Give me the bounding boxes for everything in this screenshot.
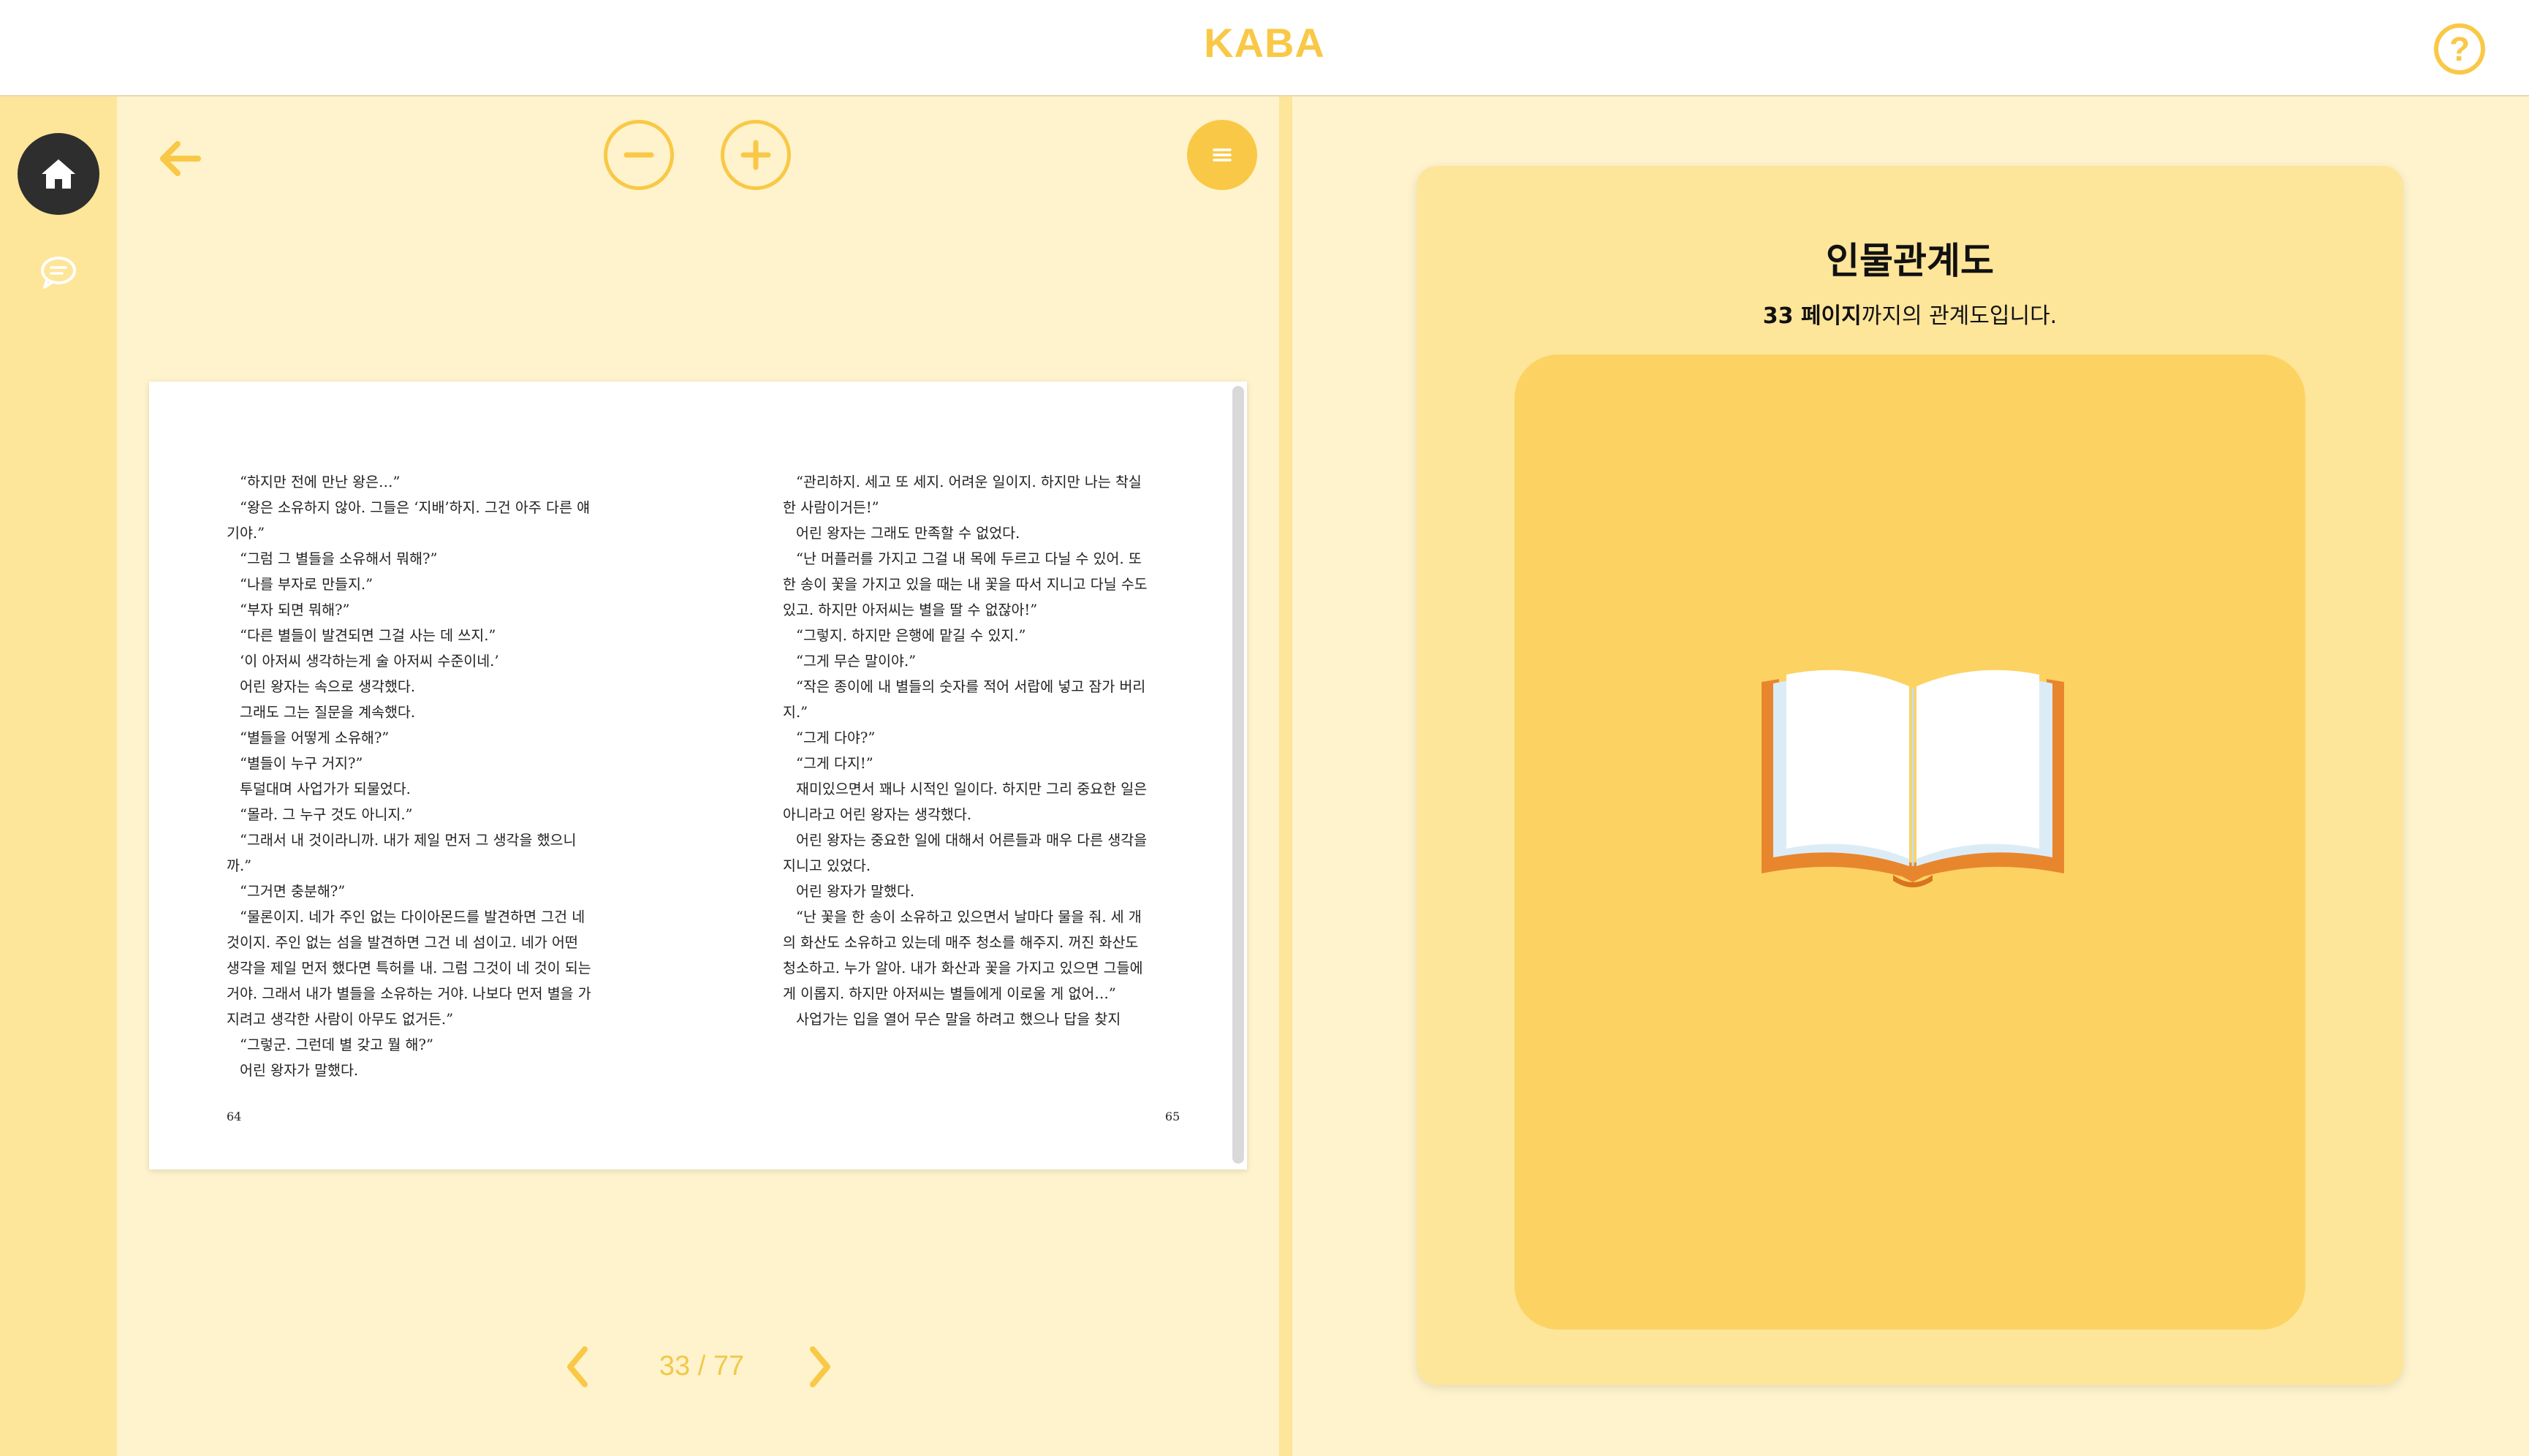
text-line: “그게 다지!” [796,755,873,772]
chevron-left-icon [567,1346,588,1387]
text-line: 어린 왕자는 속으로 생각했다. [240,678,416,695]
top-bar: KABA ? [0,0,2529,96]
book-viewer[interactable]: “하지만 전에 만난 왕은…” “왕은 소유하지 않아. 그들은 ‘지배’하지.… [149,382,1247,1169]
text-line: “하지만 전에 만난 왕은…” [240,474,401,490]
text-line: “작은 종이에 내 별들의 숫자를 적어 서랍에 넣고 잠가 버리지.” [783,678,1146,721]
relation-title: 인물관계도 [1826,240,1994,282]
text-line: “그렇군. 그런데 별 갖고 뭘 해?” [240,1036,433,1053]
text-line: 어린 왕자는 그래도 만족할 수 없었다. [796,525,1020,542]
text-line: “다른 별들이 발견되면 그걸 사는 데 쓰지.” [240,627,496,644]
text-line: ‘이 아저씨 생각하는게 술 아저씨 수준이네.’ [240,653,499,670]
relation-card: 인물관계도 33 페이지까지의 관계도입니다. [1417,166,2403,1385]
right-page-text: “관리하지. 세고 또 세지. 어려운 일이지. 하지만 나는 착실한 사람이거… [783,469,1148,1032]
chat-icon [41,257,76,289]
relation-pane: 인물관계도 33 페이지까지의 관계도입니다. [1292,96,2529,1456]
relation-subtitle-text: 까지의 관계도입니다. [1861,303,2058,329]
text-line: 어린 왕자가 말했다. [796,883,915,900]
zoom-in-button[interactable] [721,120,791,190]
sidebar [0,96,117,1456]
chevron-right-icon [810,1346,830,1387]
left-page-text: “하지만 전에 만난 왕은…” “왕은 소유하지 않아. 그들은 ‘지배’하지.… [227,469,592,1083]
pane-divider[interactable] [1279,96,1292,1456]
text-line: “부자 되면 뭐해?” [240,602,350,618]
relation-subtitle: 33 페이지까지의 관계도입니다. [1417,297,2403,330]
text-line: “왕은 소유하지 않아. 그들은 ‘지배’하지. 그건 아주 다른 얘기야.” [227,499,591,542]
app-window: KABA ? “하지만 전에 만난 왕은…” “왕은 소유하지 않아. 그들은 … [0,0,2529,1456]
page-indicator: 33 / 77 [659,1351,745,1381]
text-line: “관리하지. 세고 또 세지. 어려운 일이지. 하지만 나는 착실한 사람이거… [783,474,1142,516]
sidebar-item-chat[interactable] [37,250,80,294]
app-brand: KABA [1204,20,1325,66]
text-line: “물론이지. 네가 주인 없는 다이아몬드를 발견하면 그건 네 것이지. 주인… [227,909,591,1028]
text-line: 어린 왕자는 중요한 일에 대해서 어른들과 매우 다른 생각을 지니고 있었다… [783,832,1148,874]
text-line: 투덜대며 사업가가 되물었다. [240,781,411,797]
page-navigator: 33 / 77 [117,1332,1279,1398]
viewer-scrollbar[interactable] [1232,386,1244,1164]
text-line: 그래도 그는 질문을 계속했다. [240,704,416,721]
menu-icon [1213,148,1232,162]
plus-icon [740,140,771,170]
text-line: “별들을 어떻게 소유해?” [240,729,390,746]
text-line: “그게 다야?” [796,729,876,746]
text-line: “그게 무슨 말이야.” [796,653,917,670]
text-line: “그래서 내 것이라니까. 내가 제일 먼저 그 생각을 했으니까.” [227,832,577,874]
menu-button[interactable] [1187,120,1257,190]
home-icon [42,159,75,189]
prev-page-button[interactable] [556,1345,599,1389]
reader-pane: “하지만 전에 만난 왕은…” “왕은 소유하지 않아. 그들은 ‘지배’하지.… [117,96,1279,1456]
open-book-icon [1762,670,2064,887]
back-button[interactable] [150,129,208,188]
text-line: “몰라. 그 누구 것도 아니지.” [240,806,413,823]
sidebar-item-home[interactable] [18,133,99,215]
right-page-number: 65 [1165,1110,1180,1123]
text-line: “나를 부자로 만들지.” [240,576,374,593]
arrow-left-icon [160,141,201,176]
next-page-button[interactable] [798,1345,842,1389]
text-line: “그거면 충분해?” [240,883,346,900]
text-line: “난 꽃을 한 송이 소유하고 있으면서 날마다 물을 줘. 세 개의 화산도 … [783,909,1143,1002]
zoom-out-button[interactable] [604,120,674,190]
text-line: 어린 왕자가 말했다. [240,1062,359,1079]
text-line: “별들이 누구 거지?” [240,755,363,772]
text-line: “그렇지. 하지만 은행에 맡길 수 있지.” [796,627,1026,644]
help-icon[interactable]: ? [2434,23,2485,75]
left-page-number: 64 [227,1110,242,1123]
text-line: 사업가는 입을 열어 무슨 말을 하려고 했으나 답을 찾지 [796,1011,1121,1028]
text-line: “그럼 그 별들을 소유해서 뭐해?” [240,550,438,567]
minus-icon [623,152,654,158]
text-line: “난 머플러를 가지고 그걸 내 목에 두르고 다닐 수 있어. 또 한 송이 … [783,550,1148,618]
relation-diagram-area [1514,354,2305,1330]
relation-subtitle-page: 33 페이지 [1762,303,1862,329]
text-line: 재미있으면서 꽤나 시적인 일이다. 하지만 그리 중요한 일은 아니라고 어린… [783,781,1148,823]
